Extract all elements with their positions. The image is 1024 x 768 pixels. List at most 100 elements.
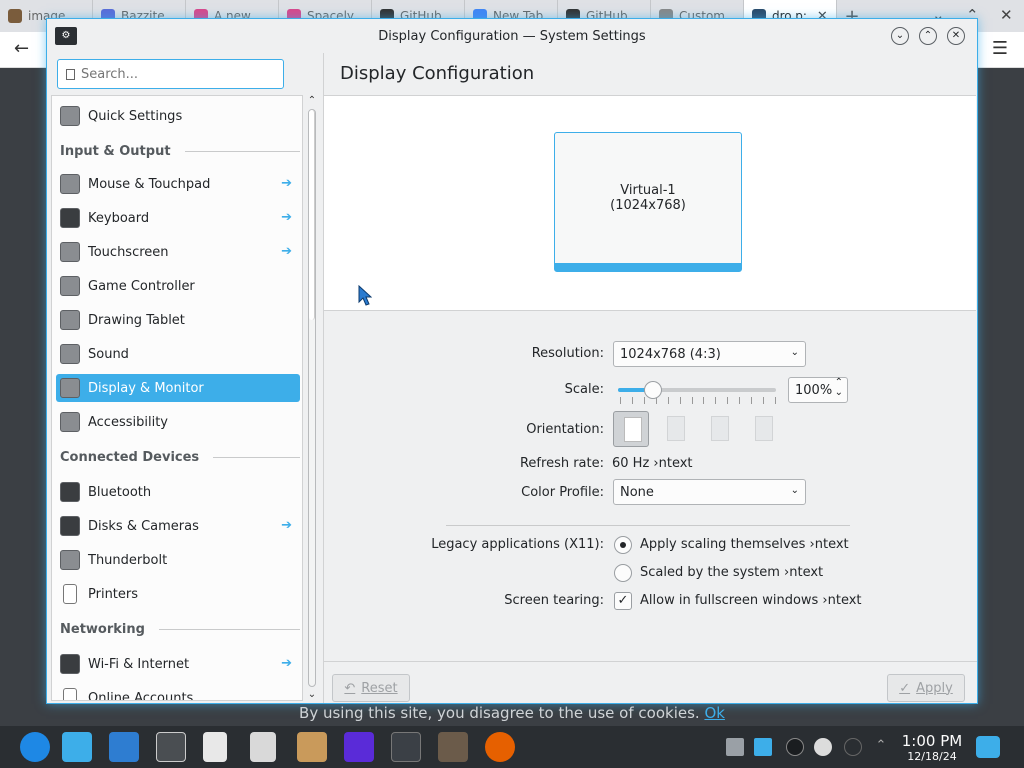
sidebar-item-label: Disks & Cameras: [88, 518, 199, 534]
brightness-icon[interactable]: [786, 738, 804, 756]
resolution-label: Resolution:: [531, 346, 604, 361]
tab-favicon-icon: [8, 9, 22, 23]
submenu-arrow-icon: ➔: [281, 210, 292, 225]
color-profile-value: None: [620, 484, 654, 500]
legacy-apply-scaling-radio[interactable]: [614, 536, 632, 554]
orientation-page-icon: [755, 416, 773, 441]
taskbar: ⌃ 1:00 PM 12/18/24: [0, 726, 1024, 768]
sidebar-item-drawing-tablet[interactable]: Drawing Tablet: [56, 306, 300, 334]
volume-icon[interactable]: [754, 738, 772, 756]
settings-sidebar: Quick Settings Input & Output Mouse & Touc…: [47, 53, 323, 703]
clock[interactable]: 1:00 PM 12/18/24: [892, 732, 972, 763]
legacy-scaled-by-system-radio[interactable]: [614, 564, 632, 582]
apply-icon: ✓: [899, 680, 911, 696]
sidebar-item-bluetooth[interactable]: Bluetooth: [56, 478, 300, 506]
minimize-button[interactable]: ⌄: [891, 27, 909, 45]
cookie-text: By using this site, you disagree to the …: [299, 704, 705, 722]
sidebar-section-header: Networking: [60, 622, 300, 637]
sidebar-item-printers[interactable]: Printers: [56, 580, 300, 608]
network-icon[interactable]: [844, 738, 862, 756]
system-settings-app-icon[interactable]: ⚙: [55, 27, 77, 45]
sidebar-scrollbar[interactable]: ⌃ ⌄: [305, 95, 319, 703]
scroll-down-icon[interactable]: ⌄: [305, 689, 319, 701]
sidebar-item-sound[interactable]: Sound: [56, 340, 300, 368]
monitor-tile[interactable]: Virtual-1 (1024x768): [554, 132, 742, 272]
sidebar-item-mouse-touchpad[interactable]: Mouse & Touchpad ➔: [56, 170, 300, 198]
sidebar-item-quick-settings[interactable]: Quick Settings: [56, 102, 300, 130]
sidebar-item-accessibility[interactable]: Accessibility: [56, 408, 300, 436]
sidebar-item-label: Keyboard: [88, 210, 150, 226]
sidebar-item-thunderbolt[interactable]: Thunderbolt: [56, 546, 300, 574]
sidebar-item-disks-cameras[interactable]: Disks & Cameras ➔: [56, 512, 300, 540]
sidebar-item-keyboard[interactable]: Keyboard ➔: [56, 204, 300, 232]
section-divider: [158, 629, 300, 630]
scroll-up-icon[interactable]: ⌃: [305, 95, 319, 107]
sidebar-item-label: Mouse & Touchpad: [88, 176, 211, 192]
sidebar-item-wi-fi-internet[interactable]: Wi-Fi & Internet ➔: [56, 650, 300, 678]
firefox-icon[interactable]: [485, 732, 515, 762]
show-desktop-icon[interactable]: [976, 736, 1000, 758]
orientation-landscape-button[interactable]: [613, 411, 649, 447]
scale-slider-handle[interactable]: [644, 381, 662, 399]
sidebar-section-header: Input & Output: [60, 144, 300, 159]
orientation-portrait-button[interactable]: [657, 411, 693, 447]
orientation-flipped-button[interactable]: [701, 411, 737, 447]
sidebar-item-online-accounts[interactable]: Online Accounts: [56, 684, 300, 700]
sidebar-item-label: Display & Monitor: [88, 380, 204, 396]
screen-tearing-checkbox[interactable]: ✓: [614, 592, 632, 610]
cookie-banner: By using this site, you disagree to the …: [0, 704, 1024, 726]
file-manager-icon[interactable]: [62, 732, 92, 762]
screen-tearing-option-label[interactable]: Allow in fullscreen windows ›ntext: [640, 593, 862, 608]
clipboard-icon[interactable]: [726, 738, 744, 756]
section-divider: [184, 151, 300, 152]
color-profile-combobox[interactable]: None ⌄: [613, 479, 806, 505]
monitor-name: Virtual-1: [620, 183, 676, 198]
resolution-value: 1024x768 (4:3): [620, 346, 721, 362]
scroll-thumb[interactable]: [309, 110, 315, 320]
system-settings-taskbar-icon[interactable]: [156, 732, 186, 762]
spin-down-icon[interactable]: ⌄: [835, 387, 843, 398]
sidebar-item-touchscreen[interactable]: Touchscreen ➔: [56, 238, 300, 266]
sidebar-item-label: Quick Settings: [88, 108, 183, 124]
mouse-cursor-icon: [358, 285, 372, 306]
document-icon[interactable]: [203, 732, 227, 762]
disc-icon[interactable]: [814, 738, 832, 756]
package-icon[interactable]: [297, 732, 327, 762]
accessibility-icon: [60, 412, 80, 432]
scale-slider[interactable]: [618, 375, 778, 405]
gimp-icon[interactable]: [438, 732, 468, 762]
browser-close-icon[interactable]: ✕: [1000, 6, 1013, 24]
maximize-button[interactable]: ⌃: [919, 27, 937, 45]
sidebar-item-game-controller[interactable]: Game Controller: [56, 272, 300, 300]
disks-cameras-icon: [60, 516, 80, 536]
flatpak-app-icon[interactable]: [344, 732, 374, 762]
display-configuration-panel: Display Configuration Virtual-1 (1024x76…: [324, 53, 977, 703]
legacy-scaled-by-system-label[interactable]: Scaled by the system ›ntext: [640, 565, 823, 580]
page-title: Display Configuration: [340, 63, 535, 84]
app-launcher-icon[interactable]: [20, 732, 50, 762]
reset-button[interactable]: ↶ Reset: [332, 674, 410, 702]
online-accounts-icon: [63, 688, 77, 700]
discover-store-icon[interactable]: [109, 732, 139, 762]
cookie-ok-link[interactable]: Ok: [704, 704, 725, 722]
tray-expand-icon[interactable]: ⌃: [872, 738, 890, 756]
scroll-track[interactable]: [308, 109, 316, 687]
reset-label: Reset: [361, 680, 398, 696]
display-arrangement-canvas[interactable]: Virtual-1 (1024x768): [324, 95, 976, 311]
close-button[interactable]: ✕: [947, 27, 965, 45]
legacy-apply-scaling-label[interactable]: Apply scaling themselves ›ntext: [640, 537, 849, 552]
sidebar-item-display-monitor[interactable]: Display & Monitor: [56, 374, 300, 402]
search-field[interactable]: [57, 59, 284, 89]
scale-spinbox[interactable]: 100% ⌃ ⌄: [788, 377, 848, 403]
window-titlebar[interactable]: ⚙ Display Configuration — System Setting…: [47, 19, 977, 53]
browser-menu-icon[interactable]: ☰: [992, 38, 1008, 59]
apply-button[interactable]: ✓ Apply: [887, 674, 965, 702]
sidebar-item-label: Thunderbolt: [88, 552, 168, 568]
archive-icon[interactable]: [250, 732, 276, 762]
terminal-icon[interactable]: [391, 732, 421, 762]
game-controller-icon: [60, 276, 80, 296]
browser-back-icon[interactable]: ←: [14, 38, 29, 59]
orientation-portrait-flipped-button[interactable]: [745, 411, 781, 447]
resolution-combobox[interactable]: 1024x768 (4:3) ⌄: [613, 341, 806, 367]
search-input[interactable]: [81, 66, 261, 82]
